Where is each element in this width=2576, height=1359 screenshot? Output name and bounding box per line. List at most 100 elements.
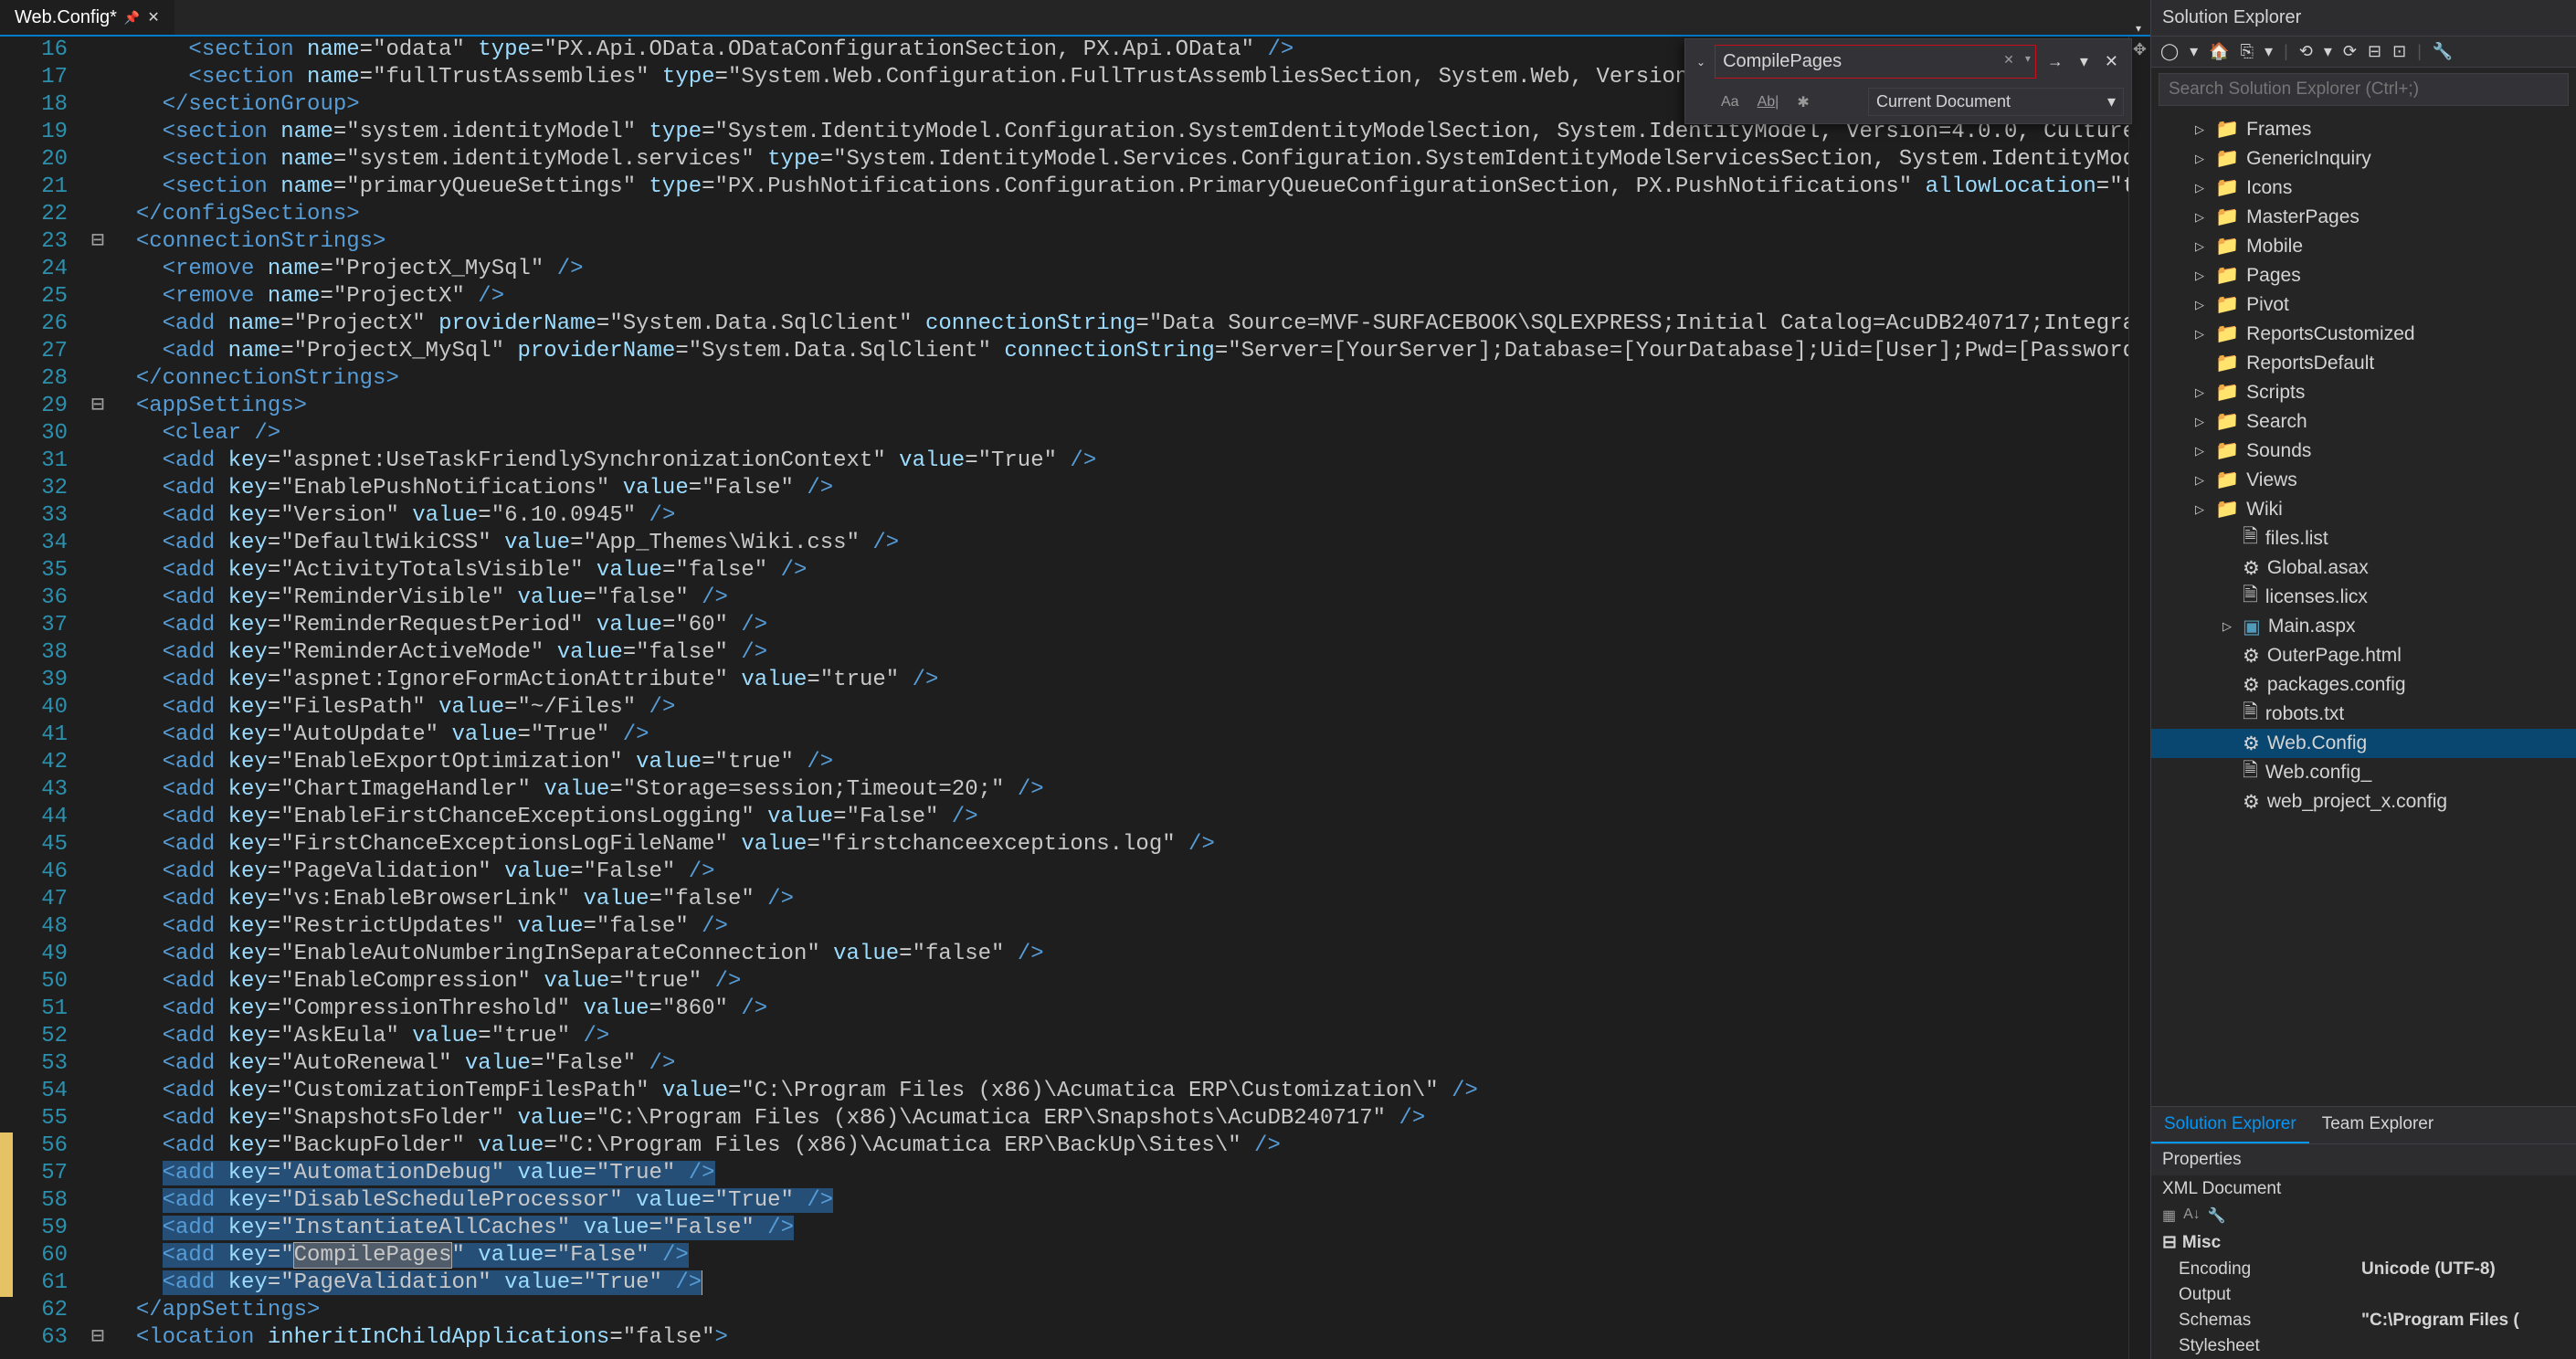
tree-folder[interactable]: ▷📁Views [2151, 466, 2576, 495]
tree-file[interactable]: ▷▣Main.aspx [2151, 612, 2576, 641]
expand-icon[interactable]: ▷ [2195, 269, 2208, 283]
find-close-icon[interactable]: ✕ [2099, 48, 2124, 75]
property-row[interactable]: Stylesheet [2151, 1333, 2576, 1359]
vertical-scrollbar[interactable] [2128, 37, 2150, 1359]
code-editor[interactable]: 1617181920212223242526272829303132333435… [0, 37, 2150, 1359]
tree-folder[interactable]: ▷📁GenericInquiry [2151, 144, 2576, 174]
file-icon: 🗎 [2243, 757, 2258, 789]
property-row[interactable]: Output [2151, 1282, 2576, 1308]
tree-file[interactable]: ⚙packages.config [2151, 670, 2576, 700]
expand-icon[interactable]: ▷ [2195, 122, 2208, 137]
tree-folder[interactable]: ▷📁Sounds [2151, 437, 2576, 466]
chevron-down-icon: ▾ [2107, 92, 2116, 111]
forward-icon[interactable]: ▾ [2190, 42, 2198, 61]
tree-folder[interactable]: ▷📁Search [2151, 407, 2576, 437]
tree-file[interactable]: ⚙web_project_x.config [2151, 787, 2576, 816]
home-icon[interactable]: 🏠 [2209, 42, 2229, 61]
tree-folder[interactable]: 📁ReportsDefault [2151, 349, 2576, 378]
expand-icon[interactable]: ▷ [2195, 239, 2208, 254]
folder-icon: 📁 [2215, 440, 2239, 462]
tree-file[interactable]: ⚙OuterPage.html [2151, 641, 2576, 670]
match-case-toggle[interactable]: Aa [1716, 91, 1744, 113]
tree-folder[interactable]: ▷📁MasterPages [2151, 203, 2576, 232]
tree-folder[interactable]: ▷📁Scripts [2151, 378, 2576, 407]
find-scope-select[interactable]: Current Document ▾ [1868, 88, 2124, 116]
find-scope-label: Current Document [1876, 92, 2011, 111]
tree-folder[interactable]: ▷📁Pages [2151, 261, 2576, 290]
folder-icon: 📁 [2215, 265, 2239, 287]
drag-handle-icon[interactable]: ✥ [2133, 40, 2147, 59]
dropdown2-icon[interactable]: ▾ [2324, 42, 2332, 61]
expand-icon[interactable]: ▷ [2195, 385, 2208, 400]
sync-icon[interactable]: ⟲ [2299, 42, 2313, 61]
fold-gutter[interactable]: ⊟⊟⊟ [86, 37, 110, 1359]
folder-icon: 📁 [2215, 382, 2239, 404]
tree-item-label: Mobile [2246, 236, 2303, 258]
property-row[interactable]: Schemas"C:\Program Files ( [2151, 1308, 2576, 1333]
code-body[interactable]: <section name="odata" type="PX.Api.OData… [110, 37, 2128, 1359]
find-next-icon[interactable]: → [2042, 48, 2069, 75]
props-wrench-icon[interactable]: 🔧 [2208, 1206, 2226, 1225]
line-number-gutter: 1617181920212223242526272829303132333435… [13, 37, 86, 1359]
clear-icon[interactable]: ✕ [2003, 52, 2014, 68]
tab-solution-explorer[interactable]: Solution Explorer [2151, 1107, 2309, 1143]
categorized-icon[interactable]: ▦ [2162, 1206, 2176, 1225]
refresh-icon[interactable]: ⟳ [2343, 42, 2357, 61]
regex-toggle[interactable]: ✱ [1792, 90, 1813, 114]
expand-icon[interactable]: ▷ [2195, 152, 2208, 166]
tree-item-label: web_project_x.config [2267, 791, 2447, 813]
tree-folder[interactable]: ▷📁Wiki [2151, 495, 2576, 524]
tree-file[interactable]: 🗎Web.config_ [2151, 758, 2576, 787]
find-prev-dropdown-icon[interactable]: ▾ [2075, 48, 2094, 75]
expand-icon[interactable]: ▷ [2195, 415, 2208, 429]
scope-icon[interactable]: ⎘ [2241, 42, 2254, 61]
tree-item-label: packages.config [2267, 674, 2406, 696]
properties-group[interactable]: ⊟ Misc [2151, 1228, 2576, 1257]
tree-folder[interactable]: ▷📁Icons [2151, 174, 2576, 203]
show-all-icon[interactable]: ⊡ [2392, 42, 2406, 61]
expand-icon[interactable]: ▷ [2195, 327, 2208, 342]
find-input[interactable] [1715, 45, 2036, 79]
find-panel: ⌄ ✕ ▾ → ▾ ✕ Aa Ab| ✱ Current Document ▾ [1684, 38, 2132, 124]
tree-folder[interactable]: ▷📁Mobile [2151, 232, 2576, 261]
tree-folder[interactable]: ▷📁Pivot [2151, 290, 2576, 320]
dropdown-icon[interactable]: ▾ [2265, 42, 2273, 61]
whole-word-toggle[interactable]: Ab| [1753, 91, 1784, 113]
tree-folder[interactable]: ▷📁Frames [2151, 115, 2576, 144]
pin-icon[interactable]: 📌 [124, 10, 140, 26]
property-row[interactable]: EncodingUnicode (UTF-8) [2151, 1257, 2576, 1282]
tree-file[interactable]: 🗎licenses.licx [2151, 583, 2576, 612]
tree-item-label: licenses.licx [2265, 586, 2368, 608]
back-icon[interactable]: ◯ [2160, 42, 2179, 61]
side-panel: Solution Explorer ◯ ▾ 🏠 ⎘ ▾ | ⟲ ▾ ⟳ ⊟ ⊡ … [2150, 0, 2576, 1359]
tab-overflow-dropdown[interactable]: ▾ [2127, 22, 2150, 35]
properties-icon[interactable]: 🔧 [2433, 42, 2453, 61]
tree-folder[interactable]: ▷📁ReportsCustomized [2151, 320, 2576, 349]
tree-file[interactable]: 🗎robots.txt [2151, 700, 2576, 729]
close-icon[interactable]: ✕ [147, 8, 159, 26]
find-expand-icon[interactable]: ⌄ [1693, 56, 1709, 68]
tab-team-explorer[interactable]: Team Explorer [2309, 1107, 2447, 1143]
alpha-icon[interactable]: A↓ [2183, 1206, 2201, 1225]
document-tab[interactable]: Web.Config* 📌 ✕ [0, 0, 174, 35]
solution-search-input[interactable] [2159, 73, 2569, 106]
collapse-group-icon[interactable]: ⊟ [2162, 1232, 2177, 1253]
properties-title: Properties [2151, 1144, 2576, 1175]
expand-icon[interactable]: ▷ [2195, 502, 2208, 517]
expand-icon[interactable]: ▷ [2222, 619, 2235, 634]
solution-explorer-title: Solution Explorer [2151, 0, 2576, 37]
tree-item-label: MasterPages [2246, 206, 2360, 228]
expand-icon[interactable]: ▷ [2195, 210, 2208, 225]
find-history-dropdown-icon[interactable]: ▾ [2025, 52, 2031, 65]
expand-icon[interactable]: ▷ [2195, 444, 2208, 458]
collapse-icon[interactable]: ⊟ [2368, 42, 2381, 61]
folder-icon: 📁 [2215, 323, 2239, 345]
expand-icon[interactable]: ▷ [2195, 181, 2208, 195]
tree-item-label: Frames [2246, 119, 2311, 141]
solution-tree[interactable]: ▷📁Frames▷📁GenericInquiry▷📁Icons▷📁MasterP… [2151, 111, 2576, 1106]
expand-icon[interactable]: ▷ [2195, 298, 2208, 312]
tree-file[interactable]: ⚙Global.asax [2151, 553, 2576, 583]
tree-file[interactable]: 🗎files.list [2151, 524, 2576, 553]
tree-file[interactable]: ⚙Web.Config [2151, 729, 2576, 758]
expand-icon[interactable]: ▷ [2195, 473, 2208, 488]
